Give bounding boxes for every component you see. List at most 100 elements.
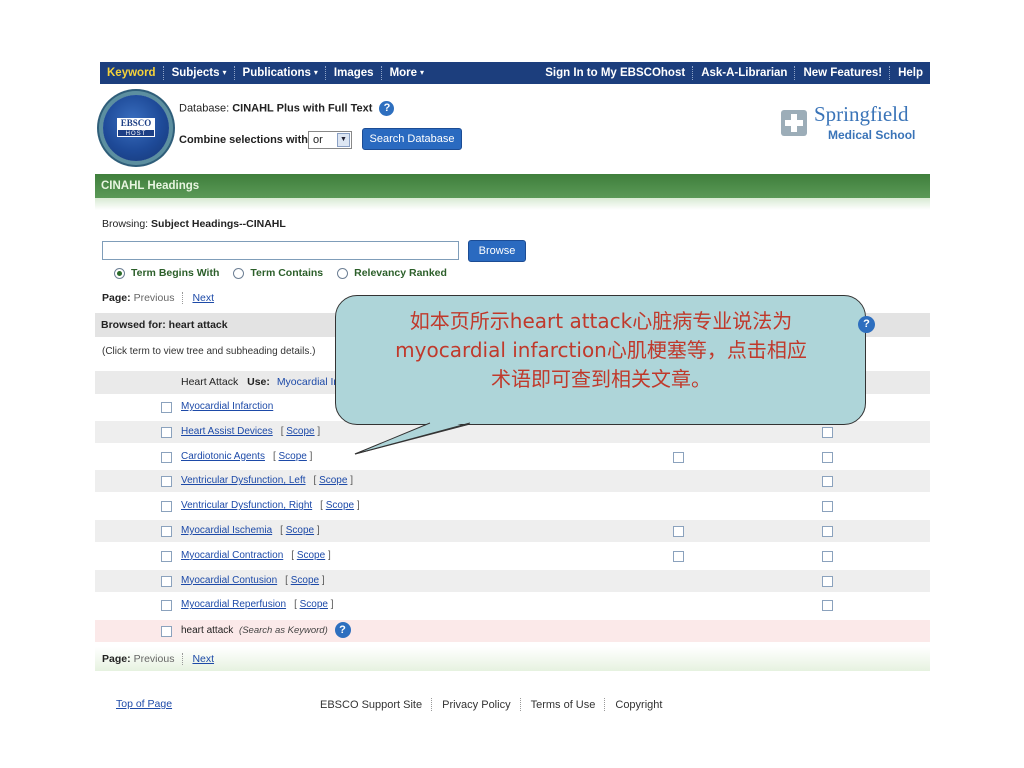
row-label: Ventricular Dysfunction, Left [ Scope ] <box>181 470 353 492</box>
ebscohost-logo[interactable]: EBSCO HOST <box>103 95 169 161</box>
footer-link-privacy-policy[interactable]: Privacy Policy <box>442 699 510 711</box>
major-concept-checkbox[interactable] <box>822 501 833 513</box>
nav-subjects[interactable]: Subjects ▾ <box>165 67 234 79</box>
browsed-for-help-icon[interactable]: ? <box>858 316 875 333</box>
term-checkbox[interactable] <box>161 600 172 612</box>
callout-text: 如本页所示heart attack心脏病专业说法为 myocardial inf… <box>345 307 857 394</box>
bracket-close: ] <box>309 450 313 462</box>
scope-link[interactable]: Scope <box>326 500 354 511</box>
nav-publications[interactable]: Publications ▾ <box>236 67 325 79</box>
nav-keyword[interactable]: Keyword <box>100 67 163 79</box>
database-help-icon[interactable]: ? <box>379 101 395 116</box>
term-link[interactable]: Heart Assist Devices <box>181 426 273 437</box>
term-link[interactable]: Ventricular Dysfunction, Right <box>181 500 312 511</box>
row-label: Myocardial Ischemia [ Scope ] <box>181 520 320 542</box>
term-checkbox[interactable] <box>161 526 172 537</box>
bracket-open: [ <box>280 425 284 437</box>
row-label: Myocardial Infarction <box>181 396 273 418</box>
major-concept-checkbox[interactable] <box>822 550 833 562</box>
term-link[interactable]: Cardiotonic Agents <box>181 451 265 462</box>
radio-option[interactable]: Term Contains <box>233 267 323 279</box>
term-link[interactable]: Myocardial Reperfusion <box>181 599 286 610</box>
term-link[interactable]: Myocardial Infarction <box>181 401 273 412</box>
radio-option[interactable]: Term Begins With <box>114 267 219 279</box>
nav-label: Images <box>333 67 374 79</box>
term-checkbox[interactable] <box>161 575 172 587</box>
nav-more[interactable]: More ▾ <box>383 67 432 79</box>
term-checkbox[interactable] <box>161 451 172 463</box>
keyword-row: heart attack (Search as Keyword) ? <box>95 620 930 642</box>
bracket-open: [ <box>285 574 288 586</box>
combine-label: Combine selections with: <box>179 134 312 146</box>
term-link[interactable]: Myocardial Contusion <box>181 575 277 586</box>
term-checkbox[interactable] <box>161 501 172 513</box>
database-line: Database: CINAHL Plus with Full Text ? <box>179 101 395 116</box>
bracket-close: ] <box>316 525 320 536</box>
keyword-help-icon[interactable]: ? <box>334 622 351 639</box>
scope-link[interactable]: Scope <box>297 550 325 561</box>
row-label: Myocardial Reperfusion [ Scope ] <box>181 594 334 616</box>
keyword-note: (Search as Keyword) <box>239 625 328 636</box>
explode-checkbox[interactable] <box>673 550 684 562</box>
nav-new-features[interactable]: New Features! <box>796 67 889 79</box>
major-concept-checkbox[interactable] <box>822 600 833 612</box>
major-concept-checkbox[interactable] <box>822 476 833 488</box>
radio-button[interactable] <box>233 267 245 279</box>
callout-line-2: myocardial infarction心肌梗塞等，点击相应 <box>395 338 807 362</box>
radio-button[interactable] <box>337 267 349 279</box>
term-checkbox[interactable] <box>161 550 172 562</box>
database-name[interactable]: CINAHL Plus with Full Text <box>232 102 372 114</box>
bracket-open: [ <box>294 599 297 611</box>
combine-select[interactable]: or ▼ <box>308 131 352 149</box>
pager-next-link[interactable]: Next <box>192 653 214 665</box>
scope-link[interactable]: Scope <box>279 451 307 462</box>
footer-link-terms-of-use[interactable]: Terms of Use <box>531 699 596 711</box>
major-concept-checkbox[interactable] <box>822 451 833 463</box>
major-concept-checkbox[interactable] <box>822 526 833 537</box>
radio-label: Term Contains <box>250 267 324 279</box>
nav-help[interactable]: Help <box>891 67 930 79</box>
table-row: Ventricular Dysfunction, Left [ Scope ] <box>95 470 930 493</box>
explode-checkbox[interactable] <box>673 451 684 463</box>
pager-separator <box>182 292 184 304</box>
term-link[interactable]: Myocardial Ischemia <box>181 525 272 536</box>
chevron-down-icon[interactable]: ▼ <box>337 133 350 147</box>
scope-link[interactable]: Scope <box>286 525 314 536</box>
term-checkbox[interactable] <box>161 426 172 438</box>
table-row: Myocardial Ischemia [ Scope ] <box>95 520 930 542</box>
radio-option[interactable]: Relevancy Ranked <box>337 267 447 279</box>
major-concept-checkbox[interactable] <box>822 575 833 587</box>
top-of-page-link[interactable]: Top of Page <box>116 698 172 710</box>
table-row: Cardiotonic Agents [ Scope ] <box>95 446 930 468</box>
scope-link[interactable]: Scope <box>286 426 314 437</box>
scope-link[interactable]: Scope <box>319 475 347 486</box>
row-label: Myocardial Contusion [ Scope ] <box>181 570 325 592</box>
chevron-down-icon: ▾ <box>313 68 318 77</box>
explode-checkbox[interactable] <box>673 526 684 537</box>
major-concept-checkbox[interactable] <box>822 426 833 438</box>
browse-input[interactable] <box>102 241 459 260</box>
radio-label: Term Begins With <box>131 267 220 279</box>
radio-button[interactable] <box>114 267 125 279</box>
search-database-button[interactable]: Search Database <box>362 128 462 150</box>
nav-sign-in-to-my-ebscohost[interactable]: Sign In to My EBSCOhost <box>538 67 692 79</box>
click-hint: (Click term to view tree and subheading … <box>102 346 316 357</box>
pager-label: Page: <box>102 653 131 665</box>
pager-next-link[interactable]: Next <box>192 292 214 304</box>
browse-button[interactable]: Browse <box>468 240 526 262</box>
pager-bottom: Page: Previous Next <box>102 653 214 665</box>
term-link[interactable]: Myocardial Contraction <box>181 550 283 561</box>
scope-link[interactable]: Scope <box>300 599 328 610</box>
callout-line-1: 如本页所示heart attack心脏病专业说法为 <box>409 309 793 333</box>
footer-link-ebsco-support-site[interactable]: EBSCO Support Site <box>320 699 422 711</box>
table-row: Myocardial Contraction [ Scope ] <box>95 545 930 567</box>
row-label: Ventricular Dysfunction, Right [ Scope ] <box>181 495 360 517</box>
scope-link[interactable]: Scope <box>291 575 319 586</box>
nav-images[interactable]: Images <box>327 67 381 79</box>
term-link[interactable]: Ventricular Dysfunction, Left <box>181 475 306 486</box>
nav-ask-a-librarian[interactable]: Ask-A-Librarian <box>694 67 794 79</box>
keyword-checkbox[interactable] <box>161 626 172 637</box>
term-checkbox[interactable] <box>161 476 172 488</box>
footer-link-copyright[interactable]: Copyright <box>615 699 662 711</box>
term-checkbox[interactable] <box>161 402 172 413</box>
